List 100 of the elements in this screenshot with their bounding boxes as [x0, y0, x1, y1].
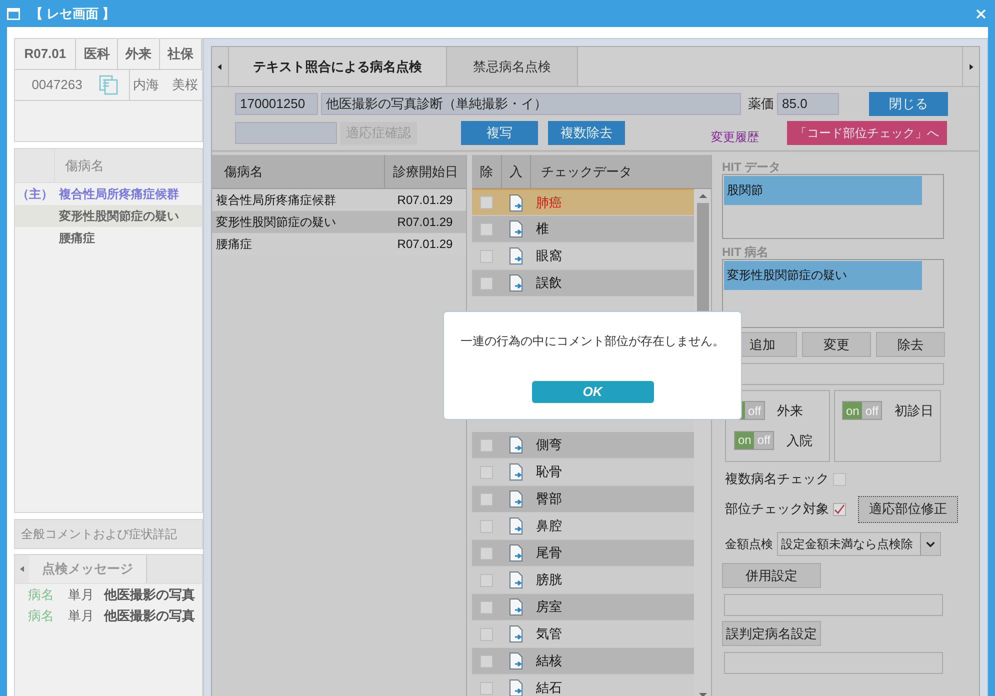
checkbox[interactable]: [480, 520, 492, 532]
disease-name: 複合性局所疼痛症候群: [58, 186, 179, 203]
patient-name: 内海 美桜: [129, 70, 198, 100]
header-cell: 社保: [160, 39, 202, 69]
check-data-row[interactable]: 誤飲: [472, 270, 694, 297]
check-data-text: 誤飲: [535, 274, 563, 292]
checkbox[interactable]: [480, 250, 492, 262]
checkbox[interactable]: [480, 546, 492, 560]
edit-button[interactable]: 変更: [802, 332, 871, 357]
patient-id: 0047263: [30, 76, 84, 94]
document-arrow-icon[interactable]: [508, 490, 524, 508]
close-icon[interactable]: [974, 6, 988, 20]
document-arrow-icon[interactable]: [508, 652, 524, 670]
input-field[interactable]: [724, 594, 943, 616]
checkbox[interactable]: [480, 628, 492, 640]
column-header: 入: [502, 155, 531, 188]
check-data-row[interactable]: 結核: [472, 648, 694, 675]
start-date: R07.01.29: [396, 236, 454, 253]
document-arrow-icon[interactable]: [508, 571, 524, 589]
check-data-row[interactable]: 臀部: [472, 486, 694, 513]
document-arrow-icon[interactable]: [508, 463, 524, 481]
document-arrow-icon[interactable]: [508, 436, 524, 454]
code-check-button[interactable]: 「コード部位チェック」へ: [787, 121, 947, 145]
checkbox[interactable]: [480, 276, 492, 290]
amount-check-select[interactable]: 設定金額未満なら点検除: [777, 532, 941, 556]
procedure-field[interactable]: 他医撮影の写真診断（単純撮影・イ）: [321, 92, 741, 114]
check-data-text: 膀胱: [535, 571, 563, 590]
header-cell: 医科: [76, 39, 118, 69]
checkbox[interactable]: [480, 600, 492, 614]
document-arrow-icon[interactable]: [508, 679, 524, 696]
list-item[interactable]: 股関節: [724, 176, 922, 205]
disease-name: 腰痛症: [58, 230, 95, 247]
check-data-text: 椎: [535, 220, 550, 238]
disease-name: 腰痛症: [215, 236, 253, 253]
checkbox[interactable]: [480, 466, 492, 478]
window-title: 【 レセ画面 】: [30, 4, 116, 23]
check-label: 複数病名チェック: [725, 470, 829, 488]
message-category: 病名: [28, 586, 54, 604]
column-header: 診療開始日: [384, 155, 466, 188]
checkbox[interactable]: [480, 654, 492, 668]
check-data-text: 尾骨: [535, 544, 563, 562]
check-data-row[interactable]: 尾骨: [472, 540, 694, 567]
check-data-row[interactable]: 房室: [472, 594, 694, 621]
column-header: 傷病名: [223, 162, 264, 181]
message-category: 病名: [28, 606, 54, 625]
checkbox[interactable]: [480, 492, 492, 506]
misjudge-settings-button[interactable]: 誤判定病名設定: [722, 621, 821, 646]
main-disease-marker: （主）: [17, 186, 53, 203]
edit-button[interactable]: 除去: [876, 332, 945, 357]
document-arrow-icon[interactable]: [508, 194, 524, 212]
input-field[interactable]: [235, 122, 337, 144]
header-cell: 外来: [118, 39, 160, 69]
section-label: HIT データ: [722, 160, 782, 174]
window-icon: [7, 8, 20, 20]
check-data-text: 房室: [535, 598, 563, 616]
document-arrow-icon[interactable]: [508, 517, 524, 535]
document-arrow-icon[interactable]: [508, 220, 524, 238]
disease-name: 複合性局所疼痛症候群: [215, 192, 337, 209]
input-field[interactable]: [724, 652, 943, 674]
check-data-text: 気管: [535, 625, 563, 644]
code-field[interactable]: 170001250: [235, 92, 318, 114]
column-header: チェックデータ: [540, 162, 633, 181]
copy-icon[interactable]: [99, 75, 119, 95]
check-data-text: 肺癌: [535, 194, 563, 212]
action-button[interactable]: 複数除去: [548, 121, 625, 145]
checkbox[interactable]: [480, 196, 492, 209]
checkbox[interactable]: [833, 502, 846, 516]
document-arrow-icon[interactable]: [508, 274, 524, 292]
list-item[interactable]: 変形性股関節症の疑い: [724, 261, 922, 290]
section-label: HIT 病名: [722, 245, 770, 259]
combo-settings-button[interactable]: 併用設定: [722, 563, 821, 588]
checkbox[interactable]: [480, 222, 492, 236]
history-link[interactable]: 変更履歴: [711, 128, 759, 146]
document-arrow-icon[interactable]: [508, 598, 524, 616]
message-period: 単月: [68, 606, 94, 625]
checkbox[interactable]: [480, 574, 492, 586]
amount-check-label: 金額点検: [725, 536, 773, 553]
message-text: 他医撮影の写真: [104, 586, 195, 604]
document-arrow-icon[interactable]: [508, 544, 524, 562]
tab[interactable]: 禁忌病名点検: [447, 47, 578, 86]
dialog-message: 一連の行為の中にコメント部位が存在しません。: [460, 333, 724, 350]
disease-row[interactable]: 変形性股関節症の疑い: [15, 205, 202, 227]
message-text: 他医撮影の写真: [104, 606, 195, 625]
checkbox[interactable]: [480, 682, 492, 694]
check-data-text: 側弯: [535, 436, 563, 454]
document-arrow-icon[interactable]: [508, 625, 524, 643]
site-fix-button[interactable]: 適応部位修正: [858, 496, 958, 522]
disease-row[interactable]: 変形性股関節症の疑い R07.01.29: [212, 211, 466, 233]
check-label: 部位チェック対象: [725, 500, 829, 518]
header-cell: R07.01: [15, 39, 76, 69]
close-button[interactable]: 閉じる: [869, 92, 948, 116]
check-data-row[interactable]: 椎: [472, 216, 694, 243]
checkbox[interactable]: [480, 438, 492, 452]
action-button[interactable]: 複写: [461, 121, 538, 145]
document-arrow-icon[interactable]: [508, 247, 524, 265]
check-data-row[interactable]: 側弯: [472, 432, 694, 459]
checkbox[interactable]: [833, 472, 846, 486]
price-field[interactable]: 85.0: [777, 92, 839, 114]
column-header: 傷病名: [64, 156, 104, 175]
check-data-text: 結石: [535, 679, 563, 696]
